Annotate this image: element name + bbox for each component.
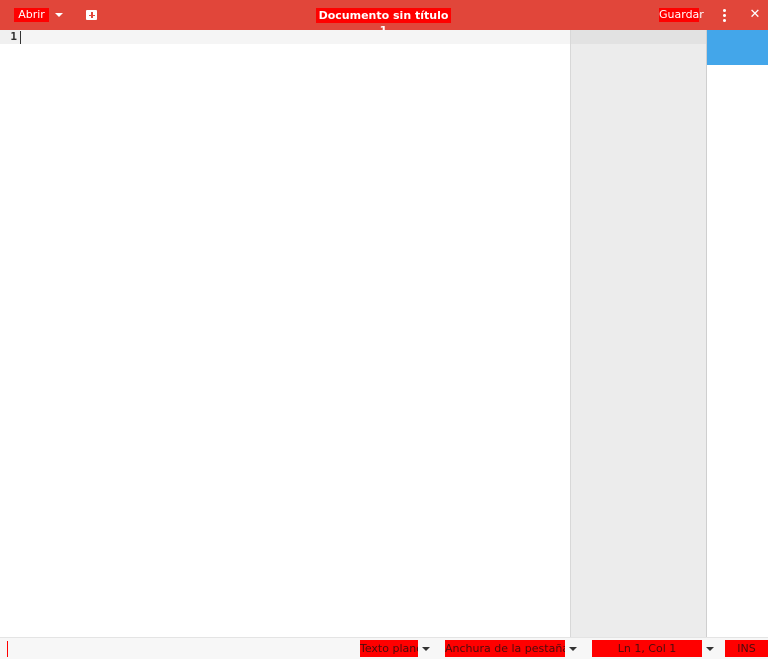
right-margin-area	[570, 30, 707, 637]
margin-current-line-highlight	[571, 30, 707, 44]
new-document-icon[interactable]	[86, 10, 97, 20]
cursor-position-button[interactable]: Ln 1, Col 1	[592, 640, 702, 657]
chevron-down-icon[interactable]	[569, 647, 577, 651]
current-line-highlight	[21, 30, 571, 44]
editor-area: 1	[0, 30, 707, 637]
line-number-gutter: 1	[0, 30, 20, 44]
language-selector[interactable]: Texto plano	[360, 640, 418, 657]
text-cursor	[20, 31, 21, 44]
chevron-down-icon[interactable]	[422, 647, 430, 651]
minimap[interactable]	[706, 30, 768, 637]
open-button[interactable]: Abrir	[14, 8, 49, 22]
insert-mode-indicator: INS	[725, 640, 768, 657]
tab-width-selector[interactable]: Anchura de la pestaña: 4	[445, 640, 565, 657]
status-bar: Texto plano Anchura de la pestaña: 4 Ln …	[0, 637, 768, 659]
minimap-slider[interactable]	[707, 30, 768, 65]
text-editor-window: Abrir Documento sin título 1 Guardar ✕ 1…	[0, 0, 768, 659]
chevron-down-icon[interactable]	[706, 647, 714, 651]
close-icon[interactable]: ✕	[749, 8, 761, 22]
header-bar: Abrir Documento sin título 1 Guardar ✕	[0, 0, 768, 37]
text-input-area[interactable]	[0, 44, 570, 637]
line-number: 1	[10, 30, 17, 43]
kebab-menu-icon[interactable]	[723, 9, 726, 22]
status-indicator	[7, 641, 8, 657]
save-button[interactable]: Guardar	[659, 8, 704, 22]
chevron-down-icon[interactable]	[55, 13, 63, 17]
window-title: Documento sin título 1	[316, 8, 451, 37]
